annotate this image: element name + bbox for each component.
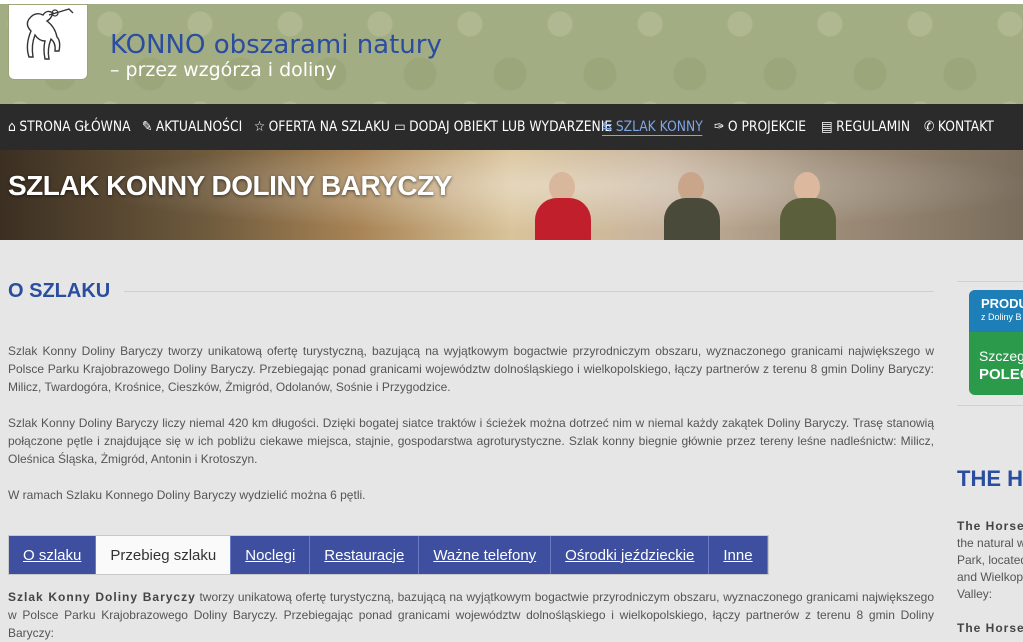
phone-icon: ✆ bbox=[924, 119, 935, 135]
rider-body bbox=[780, 198, 836, 240]
sidebar-divider bbox=[957, 405, 1023, 406]
promo-line: Szczegó bbox=[979, 348, 1023, 364]
sidebar-title: THE HO bbox=[957, 466, 1023, 491]
promo-line: POLECA bbox=[979, 366, 1023, 383]
tab[interactable]: Ważne telefony bbox=[419, 536, 552, 574]
paragraph: Szlak Konny Doliny Baryczy liczy niemal … bbox=[8, 416, 934, 466]
nav-item[interactable]: ✎ AKTUALNOŚCI bbox=[142, 119, 242, 135]
promo-line: z Doliny B bbox=[981, 312, 1022, 322]
rider-image bbox=[772, 160, 842, 240]
tab[interactable]: Noclegi bbox=[231, 536, 311, 574]
paragraph: Szlak Konny Doliny Baryczy tworzy unikat… bbox=[8, 344, 934, 394]
nav-item[interactable]: ⌂ STRONA GŁÓWNA bbox=[8, 119, 131, 135]
nav-item[interactable]: ✆ KONTAKT bbox=[924, 119, 994, 135]
laptop-icon: ▭ bbox=[394, 119, 406, 135]
nav-item-label: KONTAKT bbox=[937, 119, 994, 135]
sidebar-text-lead: The Horse bbox=[957, 519, 1023, 533]
site-header: KONNO obszarami natury – przez wzgórza i… bbox=[0, 4, 1023, 104]
horse-rider-icon bbox=[26, 8, 74, 60]
sidebar-text-line: and Wielkopo bbox=[957, 570, 1023, 584]
tab[interactable]: Restauracje bbox=[310, 536, 420, 574]
nav-item-label: O PROJEKCIE bbox=[727, 119, 807, 135]
main-content: O SZLAKU Szlak Konny Doliny Baryczy twor… bbox=[8, 280, 934, 504]
tab[interactable]: O szlaku bbox=[9, 536, 97, 574]
tab-content: Szlak Konny Doliny Baryczy tworzy unikat… bbox=[8, 588, 934, 642]
rider-image bbox=[656, 160, 726, 240]
paragraph: W ramach Szlaku Konnego Doliny Baryczy w… bbox=[8, 488, 366, 502]
nav-item[interactable]: ⇆ SZLAK KONNY bbox=[602, 119, 703, 136]
nav-item-label: SZLAK KONNY bbox=[615, 118, 703, 135]
section-heading-text: O SZLAKU bbox=[8, 280, 111, 302]
logo[interactable] bbox=[8, 4, 88, 80]
sidebar-divider bbox=[957, 281, 1023, 282]
main-nav: ⌂ STRONA GŁÓWNA ✎ AKTUALNOŚCI ☆ OFERTA NA SZL… bbox=[0, 104, 1023, 150]
pen-nib-icon: ✑ bbox=[714, 119, 725, 135]
site-title[interactable]: KONNO obszarami natury bbox=[110, 30, 442, 60]
banner-title: SZLAK KONNY DOLINY BARYCZY bbox=[8, 170, 452, 201]
tab[interactable]: Inne bbox=[709, 536, 768, 574]
pencil-icon: ✎ bbox=[142, 119, 153, 135]
nav-item-label: DODAJ OBIEKT LUB WYDARZENIE bbox=[409, 119, 613, 135]
nav-item-label: AKTUALNOŚCI bbox=[155, 119, 243, 135]
rider-body bbox=[664, 198, 720, 240]
document-icon: ▤ bbox=[821, 119, 833, 135]
sidebar-text-lead: The Horse bbox=[957, 621, 1023, 635]
nav-item[interactable]: ☆ OFERTA NA SZLAKU bbox=[254, 119, 390, 135]
site-subtitle: – przez wzgórza i doliny bbox=[110, 59, 337, 81]
tab-content-lead: Szlak Konny Doliny Baryczy bbox=[8, 590, 196, 604]
rider-body bbox=[535, 198, 591, 240]
tab[interactable]: Przebieg szlaku bbox=[96, 536, 232, 574]
nav-item-label: REGULAMIN bbox=[836, 119, 911, 135]
tab-bar: O szlaku Przebieg szlaku Noclegi Restauracj… bbox=[8, 535, 769, 575]
page-banner: SZLAK KONNY DOLINY BARYCZY bbox=[0, 150, 1023, 240]
nav-item-label: STRONA GŁÓWNA bbox=[19, 119, 131, 135]
section-heading: O SZLAKU bbox=[8, 280, 934, 303]
promo-banner[interactable]: PRODU z Doliny B Szczegó POLECA bbox=[969, 290, 1023, 395]
promo-line: PRODU bbox=[981, 296, 1023, 311]
sidebar-text-line: the natural w bbox=[957, 536, 1023, 550]
home-icon: ⌂ bbox=[8, 119, 16, 135]
signpost-icon: ⇆ bbox=[602, 118, 613, 135]
tab[interactable]: Ośrodki jeździeckie bbox=[551, 536, 710, 574]
rider-image bbox=[527, 160, 597, 240]
nav-item-label: OFERTA NA SZLAKU bbox=[268, 119, 390, 135]
nav-item[interactable]: ✑ O PROJEKCIE bbox=[714, 119, 806, 135]
sidebar-text: The Horse the natural w Park, located an… bbox=[957, 518, 1023, 637]
sidebar-text-line: Park, located bbox=[957, 553, 1023, 567]
star-icon: ☆ bbox=[254, 119, 266, 135]
nav-item[interactable]: ▤ REGULAMIN bbox=[821, 119, 910, 135]
sidebar-text-line: Valley: bbox=[957, 587, 993, 601]
nav-item[interactable]: ▭ DODAJ OBIEKT LUB WYDARZENIE bbox=[394, 119, 612, 135]
